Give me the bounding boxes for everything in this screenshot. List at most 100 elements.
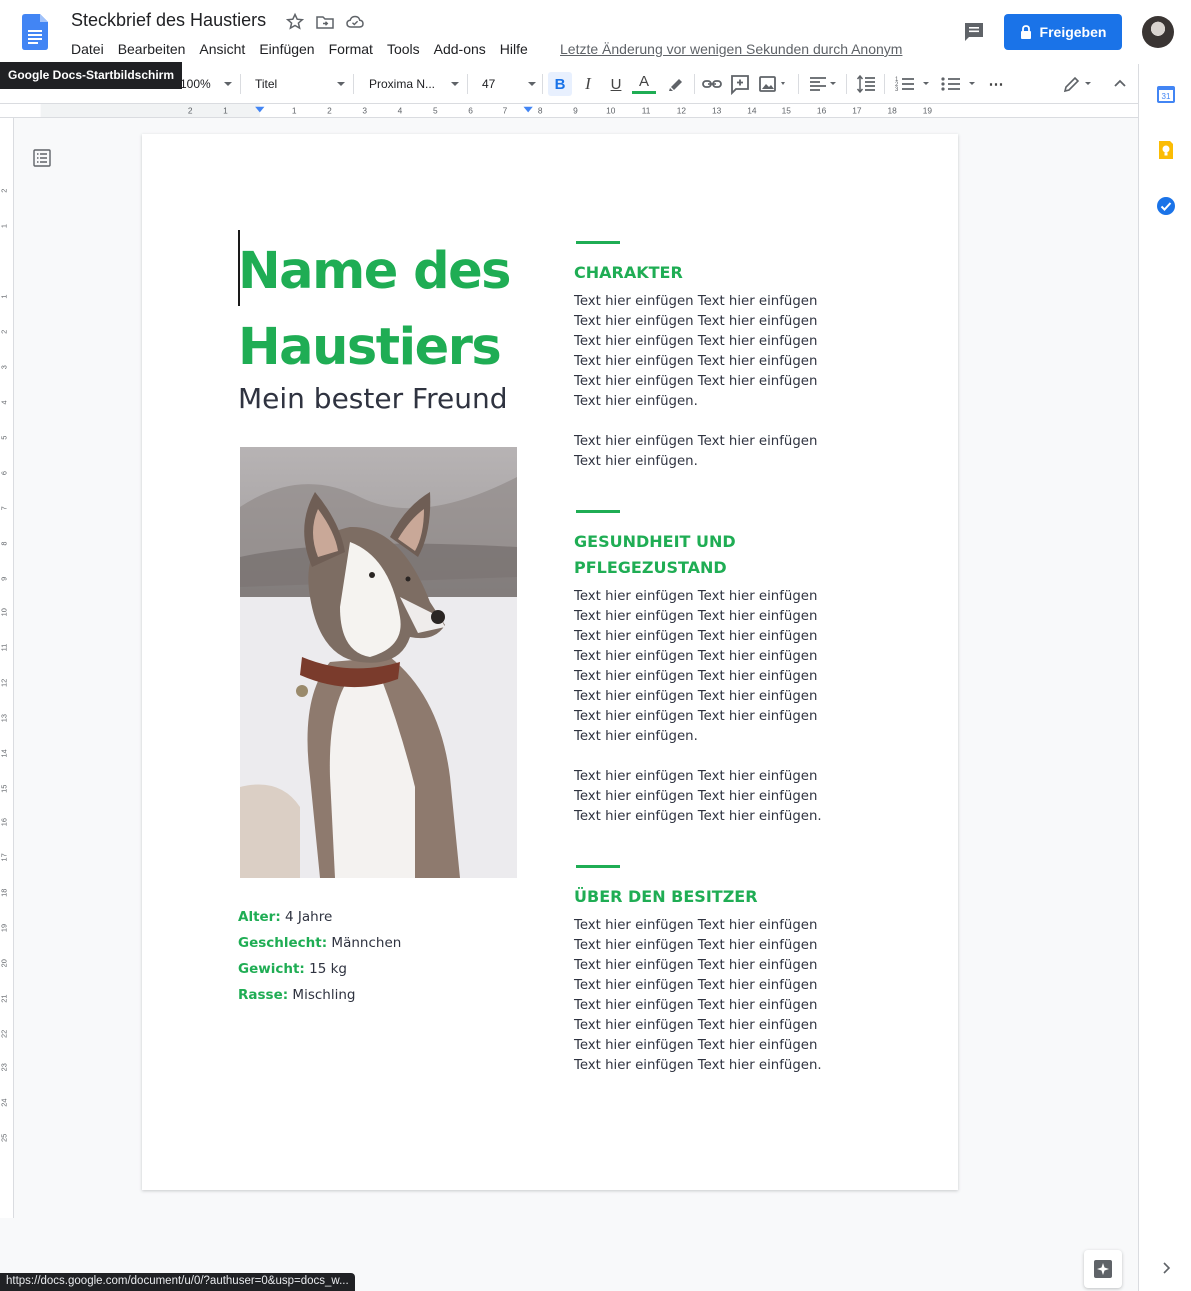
- comments-icon[interactable]: [962, 20, 986, 44]
- ruler-tick-label: 18: [0, 889, 9, 897]
- menu-ansicht[interactable]: Ansicht: [192, 39, 252, 59]
- menu-bearbeiten[interactable]: Bearbeiten: [111, 39, 193, 59]
- ruler-tick-label: 15: [0, 785, 9, 793]
- menu-format[interactable]: Format: [322, 39, 380, 59]
- horizontal-ruler[interactable]: 2 1 1 2 3 4 5 6 7 8 9 10 11 12 13 14 15 16 17 18 19: [0, 104, 1138, 118]
- ruler-tick-label: 8: [0, 542, 9, 546]
- tasks-icon[interactable]: [1156, 196, 1176, 216]
- ruler-tick-label: 10: [606, 105, 616, 115]
- ruler-tick-label: 9: [0, 577, 9, 581]
- cloud-status-icon[interactable]: [345, 12, 365, 32]
- ruler-tick-label: 17: [0, 853, 9, 861]
- bold-button[interactable]: B: [548, 72, 572, 96]
- menu-einfuegen[interactable]: Einfügen: [252, 39, 321, 59]
- calendar-icon[interactable]: 31: [1156, 84, 1176, 104]
- menu-addons[interactable]: Add-ons: [427, 39, 493, 59]
- menu-datei[interactable]: Datei: [64, 39, 111, 59]
- section-body: Text hier einfügen Text hier einfügen Te…: [574, 292, 842, 472]
- ruler-tick-label: 11: [642, 105, 651, 115]
- menu-hilfe[interactable]: Hilfe: [493, 39, 535, 59]
- chevron-right-icon[interactable]: [1156, 1258, 1176, 1278]
- google-docs-logo-icon[interactable]: [22, 14, 48, 50]
- svg-text:31: 31: [1162, 92, 1171, 101]
- line-spacing-icon[interactable]: [854, 72, 878, 96]
- menu-bar: Datei Bearbeiten Ansicht Einfügen Format…: [64, 39, 535, 59]
- subtitle[interactable]: Mein bester Freund: [238, 382, 507, 415]
- more-options-button[interactable]: ⋯: [984, 72, 1008, 96]
- ruler-tick-label: 12: [677, 105, 687, 115]
- align-left-icon[interactable]: [806, 72, 840, 96]
- ruler-tick-label: 18: [888, 105, 898, 115]
- section-owner[interactable]: ÜBER DEN BESITZER Text hier einfügen Tex…: [574, 865, 854, 1076]
- ruler-tick-label: 1: [223, 105, 228, 115]
- link-icon[interactable]: [700, 72, 724, 96]
- title-line-1: Name des: [238, 242, 512, 301]
- chevron-down-icon: [528, 82, 536, 86]
- section-health[interactable]: GESUNDHEIT UND PFLEGEZUSTAND Text hier e…: [574, 510, 854, 827]
- add-comment-icon[interactable]: [728, 72, 752, 96]
- move-folder-icon[interactable]: [315, 12, 335, 32]
- font-size-select[interactable]: 47: [482, 72, 536, 96]
- paragraph: Text hier einfügen Text hier einfügen Te…: [574, 434, 818, 469]
- document-page[interactable]: Name des Haustiers Mein bester Freund Al…: [142, 134, 958, 1190]
- explore-button[interactable]: [1084, 1250, 1122, 1288]
- ruler-tick-label: 13: [712, 105, 722, 115]
- chevron-down-icon: [337, 82, 345, 86]
- share-button[interactable]: Freigeben: [1004, 14, 1122, 50]
- keep-icon[interactable]: [1156, 140, 1176, 160]
- ruler-tick-label: 17: [852, 105, 862, 115]
- numbered-list-icon[interactable]: 1 2 3: [892, 72, 934, 96]
- chevron-down-icon: [224, 82, 232, 86]
- ruler-tick-label: 4: [398, 105, 403, 115]
- menu-tools[interactable]: Tools: [380, 39, 427, 59]
- pet-facts-list[interactable]: Alter: 4 Jahre Geschlecht: Männchen Gewi…: [238, 904, 401, 1008]
- font-family-value: Proxima N...: [369, 77, 436, 91]
- ruler-tick-label: 10: [0, 608, 9, 616]
- fact-sex-value: Männchen: [327, 935, 402, 951]
- ruler-tick-label: 23: [0, 1063, 9, 1071]
- ruler-tick-label: 5: [433, 105, 438, 115]
- zoom-select[interactable]: 100%: [180, 72, 232, 96]
- italic-button[interactable]: I: [576, 72, 600, 96]
- ruler-tick-label: 5: [0, 436, 9, 440]
- ruler-tick-label: 19: [923, 105, 933, 115]
- ruler-tick-label: 12: [0, 679, 9, 687]
- fact-age-label: Alter:: [238, 909, 281, 925]
- underline-button[interactable]: U: [604, 72, 628, 96]
- last-edit-link[interactable]: Letzte Änderung vor wenigen Sekunden dur…: [560, 41, 902, 57]
- section-character[interactable]: CHARAKTER Text hier einfügen Text hier e…: [574, 241, 854, 472]
- text-color-button[interactable]: A: [632, 72, 656, 94]
- ruler-tick-label: 21: [0, 994, 9, 1002]
- section-body: Text hier einfügen Text hier einfügen Te…: [574, 916, 842, 1076]
- fact-breed: Rasse: Mischling: [238, 982, 401, 1008]
- ruler-tick-label: 3: [0, 365, 8, 369]
- side-panel: 31: [1138, 64, 1191, 1291]
- ruler-tick-label: 14: [747, 105, 757, 115]
- highlight-icon[interactable]: [664, 72, 688, 96]
- section-divider: [576, 241, 620, 244]
- fact-sex-label: Geschlecht:: [238, 935, 328, 951]
- insert-image-icon[interactable]: [756, 72, 792, 96]
- paragraph-style-select[interactable]: Titel: [255, 72, 345, 96]
- document-outline-icon[interactable]: [32, 148, 52, 168]
- bulleted-list-icon[interactable]: [938, 72, 980, 96]
- document-title[interactable]: Steckbrief des Haustiers: [71, 10, 266, 31]
- section-body: Text hier einfügen Text hier einfügen Te…: [574, 587, 842, 827]
- title-line-2: Haustiers: [238, 318, 502, 377]
- vertical-ruler[interactable]: 2112345678910111213141516171819202122232…: [0, 118, 14, 1218]
- dog-photo[interactable]: [240, 447, 517, 878]
- pet-name-title[interactable]: Name des Haustiers: [238, 234, 558, 386]
- font-family-select[interactable]: Proxima N...: [369, 72, 459, 96]
- ruler-tick-label: 24: [0, 1098, 9, 1106]
- ruler-tick-label: 15: [782, 105, 792, 115]
- star-icon[interactable]: [285, 12, 305, 32]
- zoom-value: 100%: [180, 77, 211, 91]
- collapse-toolbar-icon[interactable]: [1108, 72, 1132, 96]
- ruler-tick-label: 14: [0, 749, 9, 757]
- app-header: Steckbrief des Haustiers Datei Bearbeite…: [0, 0, 1191, 64]
- paragraph-style-value: Titel: [255, 77, 278, 91]
- explore-icon: [1094, 1260, 1112, 1278]
- section-divider: [576, 865, 620, 868]
- avatar[interactable]: [1142, 16, 1174, 48]
- editing-mode-icon[interactable]: [1060, 72, 1096, 96]
